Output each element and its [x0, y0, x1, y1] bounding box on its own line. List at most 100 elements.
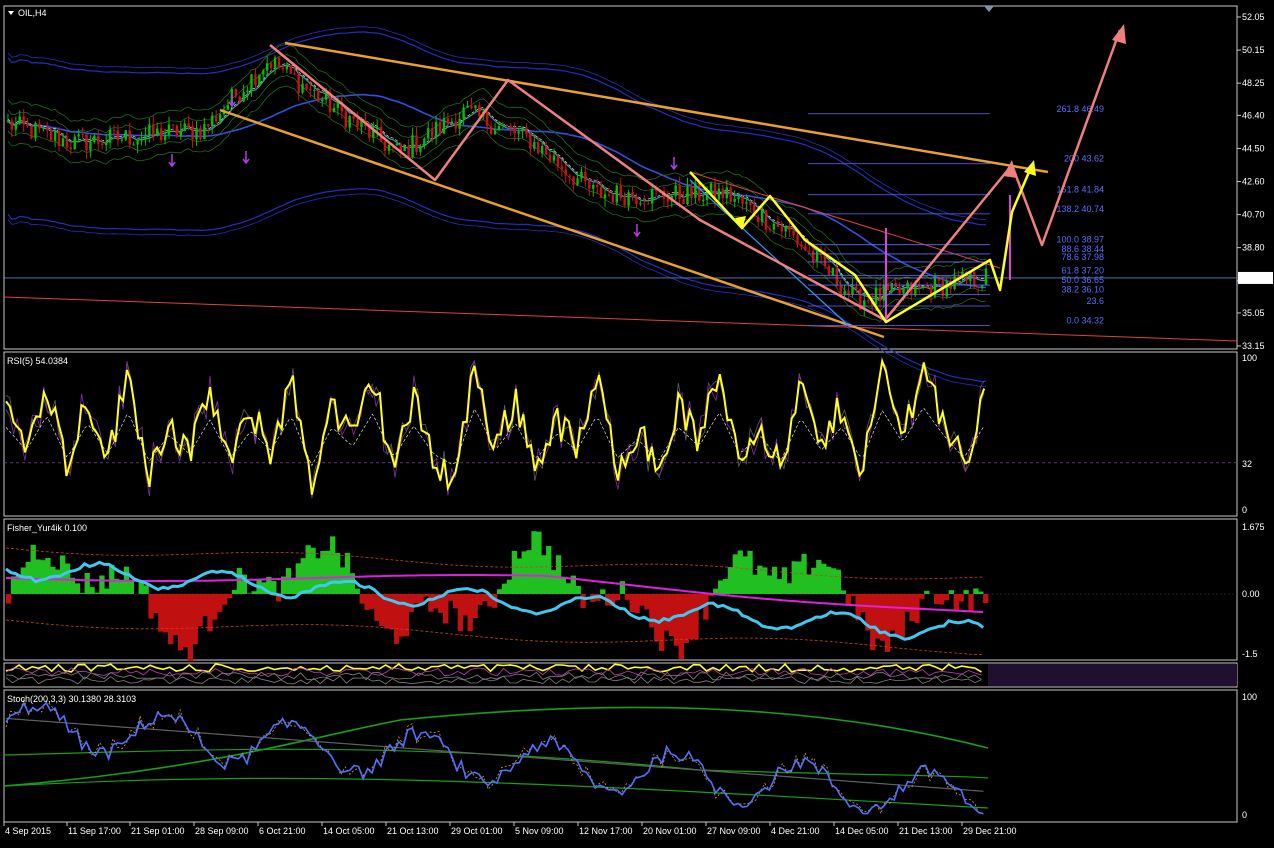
fisher-hist-bar	[668, 594, 675, 636]
mini-indicator-panel[interactable]	[5, 663, 1237, 686]
candle-body	[199, 128, 202, 139]
candle-body	[572, 176, 575, 185]
candle-body	[258, 74, 261, 86]
candle-body	[650, 189, 654, 204]
fisher-hist-bar	[172, 594, 179, 636]
candle-body	[152, 124, 155, 136]
stoch-panel[interactable]	[3, 696, 989, 815]
price-tick-label: 33.15	[1242, 341, 1265, 351]
candle-body	[725, 187, 728, 199]
fisher-hist-bar	[364, 594, 370, 610]
candle-body	[497, 125, 501, 131]
dropdown-icon	[8, 11, 14, 15]
candle-body	[273, 57, 277, 68]
fisher-hist-bar	[624, 594, 630, 600]
candle-body	[466, 105, 469, 108]
candle-body	[305, 83, 308, 89]
candle-body	[352, 116, 355, 119]
fisher-hist-bar	[477, 594, 483, 605]
candle-body	[874, 287, 878, 305]
fib-level-label: 78.6 37.98	[1061, 252, 1104, 262]
fisher-hist-bar	[884, 594, 891, 652]
fisher-hist-bar	[163, 594, 169, 633]
candle-body	[588, 181, 591, 189]
candle-body	[293, 73, 296, 75]
fisher-hist-bar	[526, 550, 532, 594]
fisher-hist-bar	[354, 588, 360, 594]
fisher-hist-bar	[835, 569, 842, 594]
candle-body	[419, 145, 422, 152]
fisher-hist-bar	[300, 558, 306, 594]
candle-body	[839, 285, 842, 296]
price-tick-label: 38.80	[1242, 243, 1265, 253]
candle-body	[434, 121, 438, 137]
candle-body	[348, 116, 351, 128]
fisher-hist-bar	[762, 567, 768, 594]
fisher-hist-bar	[737, 550, 743, 594]
fisher-hist-bar	[35, 559, 41, 594]
fisher-hist-bar	[776, 579, 783, 594]
trading-chart[interactable]: 261.8 46.49200 43.62161.8 41.84138.2 40.…	[0, 0, 1274, 848]
fisher-hist-bar	[845, 594, 851, 605]
candle-body	[156, 128, 159, 136]
candle-body	[666, 198, 670, 202]
candle-body	[788, 226, 791, 231]
candle-body	[568, 175, 571, 177]
fisher-hist-bar	[285, 568, 292, 594]
fisher-hist-bar	[320, 551, 326, 594]
candle-body	[104, 142, 108, 146]
fisher-hist-bar	[860, 594, 866, 613]
candle-body	[800, 244, 803, 247]
time-tick-label: 11 Sep 17:00	[68, 826, 121, 836]
candle-body	[411, 135, 414, 157]
candle-body	[717, 188, 721, 200]
fisher-hist-bar	[501, 583, 508, 594]
candle-body	[61, 138, 65, 147]
candle-body	[599, 186, 603, 198]
fisher-hist-bar	[924, 590, 930, 594]
candle-body	[116, 130, 120, 141]
candle-body	[485, 111, 489, 126]
candle-body	[921, 286, 925, 288]
candle-body	[890, 282, 893, 290]
candle-body	[446, 118, 450, 125]
candle-body	[254, 74, 257, 86]
fisher-hist-bar	[197, 594, 203, 627]
fisher-hist-bar	[168, 594, 174, 645]
fisher-panel[interactable]	[4, 531, 1237, 662]
fisher-hist-bar	[271, 581, 277, 594]
fisher-hist-bar	[580, 594, 586, 609]
fisher-hist-bar	[816, 559, 822, 594]
candle-body	[187, 123, 190, 127]
candle-body	[175, 125, 179, 137]
candle-body	[289, 65, 292, 74]
fisher-hist-bar	[315, 558, 321, 594]
price-panel[interactable]: 261.8 46.49200 43.62161.8 41.84138.2 40.…	[3, 6, 1238, 388]
stoch-title: Stoch(200,3,3) 30.1380 28.3103	[7, 694, 136, 704]
fisher-hist-bar	[693, 594, 699, 640]
fisher-hist-bar	[212, 594, 218, 620]
fisher-hist-bar	[442, 594, 449, 624]
fisher-hist-bar	[786, 583, 792, 594]
fisher-hist-bar	[226, 594, 233, 599]
mini-indicator-line	[5, 675, 982, 685]
fisher-hist-bar	[482, 594, 488, 602]
candle-body	[918, 283, 921, 288]
fisher-hist-bar	[497, 589, 503, 594]
fisher-hist-bar	[74, 583, 81, 594]
fisher-hist-bar	[89, 587, 95, 594]
candle-body	[639, 203, 642, 205]
fisher-hist-bar	[177, 594, 184, 651]
candle-body	[733, 198, 736, 202]
fisher-hist-bar	[614, 594, 621, 601]
candle-body	[242, 92, 245, 102]
candle-body	[540, 146, 544, 154]
candle-body	[580, 172, 583, 179]
candle-body	[191, 126, 194, 140]
fisher-hist-bar	[99, 575, 105, 594]
rsi-panel[interactable]	[4, 357, 1237, 499]
candle-body	[973, 271, 976, 287]
candle-body	[266, 63, 269, 71]
candle-body	[6, 120, 10, 122]
candle-body	[38, 123, 41, 129]
